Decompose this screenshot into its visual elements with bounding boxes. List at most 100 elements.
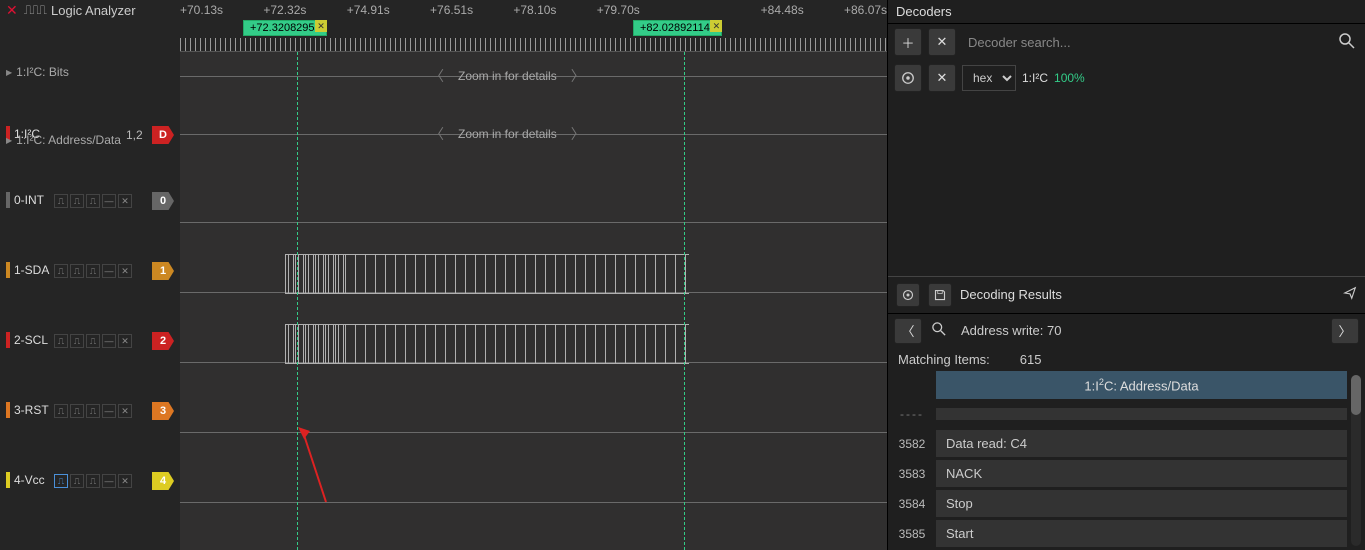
trigger-buttons: ⎍⎍⎍—✕: [54, 404, 132, 418]
trigger-button[interactable]: ⎍: [70, 404, 84, 418]
zoom-hint: 〈Zoom in for details〉: [430, 62, 585, 90]
time-label: [473, 3, 513, 17]
result-row-id: 3583: [888, 467, 936, 481]
decode-progress: 100%: [1054, 71, 1085, 85]
results-column-header[interactable]: 1:I2C: Address/Data: [936, 371, 1347, 399]
time-label: [804, 3, 844, 17]
trigger-button[interactable]: ⎍: [54, 264, 68, 278]
results-title: Decoding Results: [960, 287, 1062, 302]
trigger-button[interactable]: ⎍: [54, 334, 68, 348]
result-row[interactable]: 3585Start: [888, 519, 1365, 549]
trigger-button[interactable]: ⎍: [54, 474, 68, 488]
trigger-button[interactable]: —: [102, 264, 116, 278]
trigger-button[interactable]: —: [102, 334, 116, 348]
next-result-button[interactable]: 〉: [1331, 318, 1359, 344]
trigger-button[interactable]: ⎍: [86, 334, 100, 348]
trigger-button[interactable]: ⎍: [70, 264, 84, 278]
result-row-value: Start: [936, 520, 1347, 547]
expand-icon[interactable]: ▶: [6, 68, 12, 77]
cursor-marker[interactable]: +72.3208295s✕: [243, 20, 327, 36]
result-row-id: 3585: [888, 527, 936, 541]
trigger-button[interactable]: ✕: [118, 474, 132, 488]
prev-result-button[interactable]: 〈: [894, 318, 922, 344]
result-row-value: Data read: C4: [936, 430, 1347, 457]
trigger-buttons: ⎍⎍⎍—✕: [54, 334, 132, 348]
trigger-button[interactable]: ⎍: [70, 474, 84, 488]
cursor-bar[interactable]: +72.3208295s✕ +82.02892114s✕: [180, 20, 887, 38]
channel-2-SCL[interactable]: 2-SCL⎍⎍⎍—✕2: [0, 294, 180, 364]
waveform-canvas[interactable]: 〈Zoom in for details〉 〈Zoom in for detai…: [180, 52, 887, 550]
trigger-button[interactable]: ⎍: [70, 194, 84, 208]
trigger-button[interactable]: ✕: [118, 194, 132, 208]
locate-icon[interactable]: [1343, 286, 1357, 303]
trigger-button[interactable]: ✕: [118, 404, 132, 418]
result-row[interactable]: 3583NACK: [888, 459, 1365, 489]
time-label: +86.07s: [844, 3, 887, 17]
format-select[interactable]: hex: [962, 65, 1016, 91]
channel-color-strip: [6, 192, 10, 208]
results-table[interactable]: 1:I2C: Address/Data ---- 3582Data read: C…: [888, 371, 1365, 550]
decoder-search-input[interactable]: [962, 28, 1329, 56]
trigger-buttons: ⎍⎍⎍—✕: [54, 264, 132, 278]
close-icon[interactable]: ✕: [6, 2, 18, 19]
trigger-button[interactable]: ⎍: [86, 264, 100, 278]
trigger-button[interactable]: —: [102, 474, 116, 488]
save-results-button[interactable]: [928, 283, 952, 307]
channel-1-SDA[interactable]: 1-SDA⎍⎍⎍—✕1: [0, 224, 180, 294]
result-row[interactable]: 3584Stop: [888, 489, 1365, 519]
trigger-button[interactable]: ⎍: [70, 334, 84, 348]
trigger-button[interactable]: ⎍: [54, 404, 68, 418]
result-row[interactable]: ----: [888, 399, 1365, 429]
channel-3-RST[interactable]: 3-RST⎍⎍⎍—✕3: [0, 364, 180, 434]
result-row-value: [936, 408, 1347, 420]
time-label: [390, 3, 430, 17]
channel-color-strip: [6, 332, 10, 348]
channel-badge[interactable]: 4: [152, 472, 174, 490]
trigger-button[interactable]: ⎍: [86, 404, 100, 418]
channel-badge[interactable]: 3: [152, 402, 174, 420]
time-label: +78.10s: [513, 3, 556, 17]
time-ruler-labels: +70.13s+72.32s+74.91s+76.51s+78.10s+79.7…: [180, 3, 887, 17]
expand-icon[interactable]: ▶: [6, 136, 12, 145]
trigger-button[interactable]: ⎍: [86, 474, 100, 488]
channel-badge[interactable]: 2: [152, 332, 174, 350]
trigger-button[interactable]: ⎍: [86, 194, 100, 208]
zoom-hint: 〈Zoom in for details〉: [430, 120, 585, 148]
decoders-panel-title: Decoders: [888, 0, 1365, 24]
result-row-id: 3582: [888, 437, 936, 451]
decoder-delete-button[interactable]: ✕: [928, 64, 956, 92]
result-row[interactable]: 3582Data read: C4: [888, 429, 1365, 459]
time-label: [556, 3, 596, 17]
add-decoder-button[interactable]: ＋: [894, 28, 922, 56]
cursor-line-2[interactable]: [684, 52, 685, 550]
trigger-button[interactable]: ⎍: [54, 194, 68, 208]
trigger-button[interactable]: —: [102, 194, 116, 208]
channel-name: 2-SCL: [14, 333, 48, 347]
time-label: +79.70s: [597, 3, 640, 17]
trigger-button[interactable]: ✕: [118, 264, 132, 278]
trigger-button[interactable]: ✕: [118, 334, 132, 348]
channel-labels-column: ▶ 1:I²C: Bits 1:I²C 1,2 D ▶ 1:I²C: Addre…: [0, 52, 180, 550]
cursor-marker[interactable]: +82.02892114s✕: [633, 20, 722, 36]
channel-name: 0-INT: [14, 193, 44, 207]
result-row-id: ----: [888, 407, 936, 421]
time-label: [223, 3, 263, 17]
ruler-ticks[interactable]: [180, 38, 887, 52]
search-icon[interactable]: [1335, 29, 1359, 56]
results-settings-button[interactable]: [896, 283, 920, 307]
channel-badge[interactable]: 0: [152, 192, 174, 210]
search-icon[interactable]: [928, 322, 950, 339]
remove-decoder-button[interactable]: ✕: [928, 28, 956, 56]
decoder-name: 1:I²C: [1022, 71, 1048, 85]
channel-badge[interactable]: 1: [152, 262, 174, 280]
cursor-close-icon[interactable]: ✕: [710, 20, 722, 32]
cursor-close-icon[interactable]: ✕: [315, 20, 327, 32]
trigger-buttons: ⎍⎍⎍—✕: [54, 474, 132, 488]
logo-icon: ⎍⎍⎍: [24, 2, 45, 18]
channel-0-INT[interactable]: 0-INT⎍⎍⎍—✕0: [0, 154, 180, 224]
trigger-button[interactable]: —: [102, 404, 116, 418]
channel-4-Vcc[interactable]: 4-Vcc⎍⎍⎍—✕4: [0, 434, 180, 504]
results-filter-input[interactable]: [956, 318, 1325, 343]
decoder-bits-label: ▶ 1:I²C: Bits: [0, 58, 180, 86]
decoder-settings-button[interactable]: [894, 64, 922, 92]
